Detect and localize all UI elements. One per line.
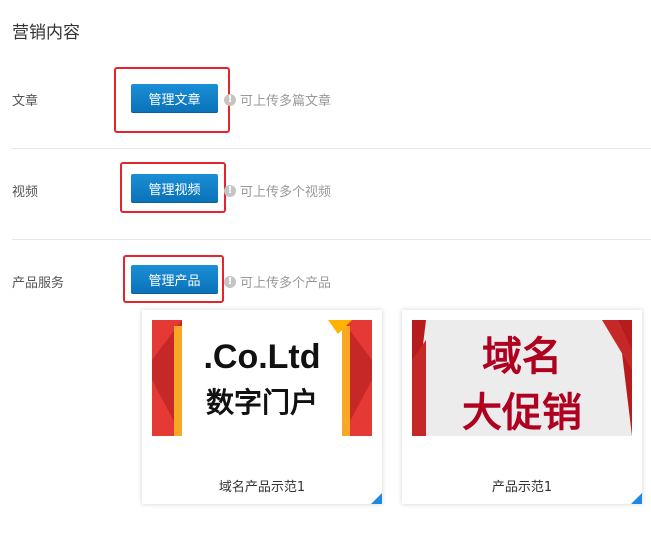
manage-videos-button[interactable]: 管理视频 (131, 174, 218, 203)
product-image-text: 域名 (482, 334, 562, 380)
product-image-text: .Co.Ltd (203, 338, 320, 376)
product-card[interactable]: 域名 大促销 产品示范1 (402, 310, 642, 504)
article-hint-text: 可上传多篇文章 (240, 94, 332, 109)
product-image: .Co.Ltd 数字门户 (152, 320, 372, 436)
info-icon: ! (224, 275, 236, 288)
product-image-text: 数字门户 (206, 386, 318, 419)
video-hint: ! 可上传多个视频 (224, 181, 331, 200)
product-image-text: 大促销 (462, 390, 582, 436)
page-title: 营销内容 (12, 23, 80, 43)
divider (12, 239, 651, 240)
article-hint: ! 可上传多篇文章 (224, 90, 331, 109)
product-hint-text: 可上传多个产品 (240, 276, 332, 291)
video-hint-text: 可上传多个视频 (240, 185, 332, 200)
info-icon: ! (224, 184, 236, 197)
article-label: 文章 (12, 94, 39, 109)
manage-articles-button[interactable]: 管理文章 (131, 84, 218, 113)
video-label: 视频 (12, 185, 39, 200)
product-image: 域名 大促销 (412, 320, 632, 436)
manage-products-button[interactable]: 管理产品 (131, 265, 218, 294)
product-hint: ! 可上传多个产品 (224, 272, 331, 291)
info-icon: ! (224, 93, 236, 106)
product-card[interactable]: .Co.Ltd 数字门户 域名产品示范1 (142, 310, 382, 504)
divider (12, 148, 651, 149)
product-name: 域名产品示范1 (218, 480, 306, 495)
product-service-label: 产品服务 (12, 276, 65, 291)
corner-badge-icon (631, 493, 642, 504)
product-name: 产品示范1 (491, 480, 553, 495)
corner-badge-icon (371, 493, 382, 504)
